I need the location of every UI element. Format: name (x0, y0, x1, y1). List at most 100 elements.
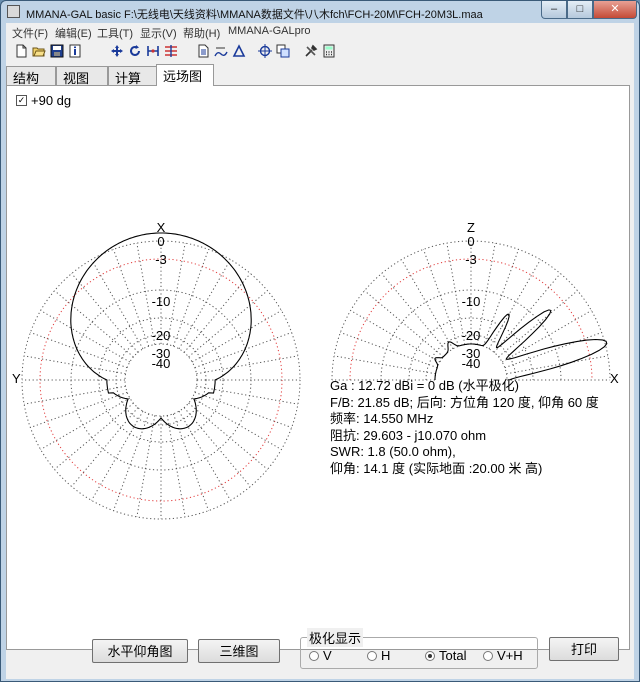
toolbar (6, 42, 634, 62)
print-button[interactable]: 打印 (549, 637, 619, 661)
info-icon[interactable] (68, 44, 82, 58)
vertical-spoke (340, 331, 438, 369)
elevation-plot-button[interactable]: 水平仰角图 (92, 639, 188, 663)
vertical-spoke (364, 290, 444, 358)
radio-h-icon (367, 651, 377, 661)
main-window: MMANA-GAL basic F:\无线电\天线资料\MMANA数据文件\八木… (0, 0, 640, 682)
horizontal-ring-label: -40 (152, 356, 171, 371)
horizontal-ring-label: -3 (155, 252, 167, 267)
vertical-pattern-plot: Z X 0-3-10-20-30-40 (331, 220, 619, 386)
horizontal-spoke (188, 290, 268, 358)
radio-v-icon (309, 651, 319, 661)
vertical-spoke (482, 249, 520, 347)
target-icon[interactable] (258, 44, 272, 58)
vertical-spoke (381, 273, 449, 353)
title-bar[interactable]: MMANA-GAL basic F:\无线电\天线资料\MMANA数据文件\八木… (1, 1, 639, 23)
tab-view[interactable]: 视图 (56, 66, 108, 86)
menu-view[interactable]: 显示(V) (140, 25, 177, 41)
rotate-icon[interactable] (128, 44, 142, 58)
horizontal-ring-label: -10 (152, 294, 171, 309)
vertical-spoke (334, 355, 436, 375)
horizontal-spoke (178, 410, 231, 501)
radio-v-plus-h-icon (483, 651, 493, 661)
move-arrows-icon[interactable] (110, 44, 124, 58)
app-icon (7, 5, 20, 18)
horizontal-spoke (196, 385, 298, 405)
document-icon[interactable] (196, 44, 210, 58)
client-area: 文件(F) 编辑(E) 工具(T) 显示(V) 帮助(H) MMANA-GALp… (6, 23, 634, 679)
horizontal-axis-x-label: X (157, 220, 166, 235)
radio-h-label: H (381, 648, 391, 663)
view-3d-button[interactable]: 三维图 (198, 639, 280, 663)
horizontal-spoke (194, 391, 292, 429)
vertical-ring-label: 0 (467, 234, 474, 249)
horizontal-axis-y-label: Y (12, 371, 21, 386)
elevation-angle-line: 仰角: 14.1 度 (实际地面 :20.00 米 高) (330, 460, 543, 476)
copy-icon[interactable] (276, 44, 290, 58)
open-folder-icon[interactable] (32, 44, 46, 58)
new-file-icon[interactable] (14, 44, 28, 58)
polarization-option-total[interactable]: Total (425, 648, 466, 663)
vertical-spoke (401, 259, 454, 350)
menu-file[interactable]: 文件(F) (12, 25, 48, 41)
horizontal-ring-label: -20 (152, 328, 171, 343)
pattern-plots: X Y 0-3-10-20-30-40 Z X 0-3-10-20-30-40 (12, 220, 619, 520)
horizontal-spoke (183, 273, 251, 353)
horizontal-spoke (30, 331, 128, 369)
triangle-icon[interactable] (232, 44, 246, 58)
vertical-ring-label: -10 (462, 294, 481, 309)
far-field-panel: ✓ +90 dg X Y 0 -3 -10 -20 -30 -40 Z X 0 … (6, 85, 630, 650)
impedance-line: 阻抗: 29.603 - j10.070 ohm (330, 427, 487, 443)
horizontal-spoke (194, 331, 292, 369)
polarization-option-v-plus-h[interactable]: V+H (483, 648, 523, 663)
maximize-button[interactable]: □ (567, 1, 593, 19)
vertical-axis-z-label: Z (467, 220, 475, 235)
tab-far-field[interactable]: 远场图 (156, 64, 214, 86)
close-button[interactable]: ✕ (593, 1, 637, 19)
horizontal-spoke (71, 273, 139, 353)
menu-tools[interactable]: 工具(T) (97, 25, 133, 41)
vertical-spoke (498, 290, 578, 358)
menu-gal-pro[interactable]: MMANA-GALpro (228, 25, 311, 37)
tools-icon[interactable] (304, 44, 318, 58)
frequency-line: 频率: 14.550 MHz (330, 411, 434, 426)
window-title: MMANA-GAL basic F:\无线电\天线资料\MMANA数据文件\八木… (26, 9, 483, 21)
horizontal-spoke (40, 397, 131, 450)
horizontal-spoke (54, 290, 134, 358)
horizontal-spoke (112, 249, 150, 347)
radio-v-label: V (323, 648, 332, 663)
horizontal-spoke (188, 402, 268, 470)
polarization-group: 极化显示 V H Total V+H (300, 628, 538, 669)
horizontal-spoke (24, 385, 126, 405)
menu-edit[interactable]: 编辑(E) (55, 25, 92, 41)
horizontal-grid-spokes (22, 241, 300, 519)
horizontal-spoke (166, 415, 186, 517)
polarization-option-v[interactable]: V (309, 648, 332, 663)
menu-help[interactable]: 帮助(H) (183, 25, 220, 41)
horizontal-spoke (172, 249, 210, 347)
tab-structure[interactable]: 结构 (6, 66, 56, 86)
vertical-ring-label: -40 (462, 356, 481, 371)
menu-bar: 文件(F) 编辑(E) 工具(T) 显示(V) 帮助(H) MMANA-GALp… (6, 23, 634, 41)
calculator-icon[interactable] (322, 44, 336, 58)
vertical-spoke (350, 310, 441, 363)
front-back-line: F/B: 21.85 dB; 后向: 方位角 120 度, 仰角 60 度 (330, 394, 599, 410)
tab-calculate[interactable]: 计算 (108, 66, 158, 86)
wire-list-icon[interactable] (164, 44, 178, 58)
wire-icon[interactable] (146, 44, 160, 58)
vertical-ring-label: -20 (462, 328, 481, 343)
edit-icon[interactable] (214, 44, 228, 58)
polarization-option-h[interactable]: H (367, 648, 390, 663)
minimize-button[interactable]: – (541, 1, 567, 19)
vertical-spoke (422, 249, 460, 347)
horizontal-spoke (191, 397, 282, 450)
swr-line: SWR: 1.8 (50.0 ohm), (330, 444, 456, 459)
save-icon[interactable] (50, 44, 64, 58)
horizontal-spoke (24, 355, 126, 375)
vertical-spoke (504, 331, 602, 369)
vertical-spoke (506, 355, 608, 375)
radio-total-label: Total (439, 648, 467, 663)
horizontal-spoke (178, 259, 231, 350)
horizontal-ring-label: 0 (157, 234, 164, 249)
polarization-title: 极化显示 (307, 628, 364, 647)
